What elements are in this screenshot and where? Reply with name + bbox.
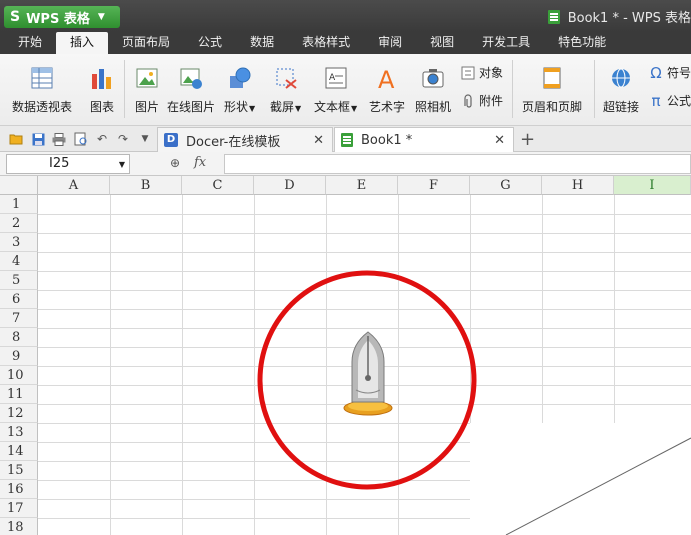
- print-preview-icon[interactable]: [73, 131, 89, 147]
- screenshot-button[interactable]: 截屏▼: [270, 64, 301, 115]
- pivot-table-label: 数据透视表: [12, 100, 73, 114]
- online-picture-label: 在线图片: [167, 100, 216, 114]
- hyperlink-button[interactable]: 超链接: [603, 64, 639, 115]
- tab-developer[interactable]: 开发工具: [468, 32, 544, 54]
- picture-button[interactable]: 图片: [133, 64, 161, 115]
- shapes-label: 形状▼: [224, 100, 256, 114]
- spreadsheet-icon: [547, 9, 560, 24]
- object-icon: [460, 65, 476, 81]
- formula-label: 公式: [667, 94, 691, 108]
- docer-icon: D: [164, 133, 178, 147]
- doc-tab-docer[interactable]: D Docer-在线模板 ✕: [157, 127, 333, 152]
- spreadsheet-grid[interactable]: A B C D E F G H I 1 2 3 4 5 6 7 8 9 10 1…: [0, 176, 691, 535]
- tab-home[interactable]: 开始: [0, 32, 56, 54]
- doc-tab-book1[interactable]: Book1 * ✕: [334, 127, 514, 152]
- formula-input[interactable]: [224, 154, 691, 174]
- wordart-button[interactable]: A 艺术字: [369, 64, 405, 115]
- header-footer-icon: [538, 64, 566, 92]
- shapes-icon: [226, 64, 254, 92]
- blank-page-region: [542, 428, 691, 438]
- tab-special-features[interactable]: 特色功能: [544, 32, 620, 54]
- camera-icon: [419, 64, 447, 92]
- tab-page-layout[interactable]: 页面布局: [108, 32, 184, 54]
- shapes-button[interactable]: 形状▼: [224, 64, 255, 115]
- customize-toolbar-icon[interactable]: ▼: [137, 131, 153, 147]
- tab-view[interactable]: 视图: [416, 32, 468, 54]
- wps-logo-icon: S: [10, 9, 21, 25]
- wordart-icon: A: [373, 64, 401, 92]
- app-name: WPS 表格: [26, 11, 90, 27]
- close-icon[interactable]: ✕: [313, 133, 324, 148]
- online-picture-icon: [177, 64, 205, 92]
- doc-tab-label: Docer-在线模板: [186, 134, 281, 150]
- ribbon-separator: [512, 60, 513, 118]
- hyperlink-icon: [607, 64, 635, 92]
- chevron-down-icon: ▼: [97, 12, 105, 22]
- pen-nib-icon: [343, 331, 393, 416]
- save-icon[interactable]: [30, 131, 46, 147]
- omega-icon: Ω: [650, 63, 662, 82]
- title-bar: S WPS 表格 ▼ Book1 * - WPS 表格: [0, 0, 691, 32]
- screenshot-icon: [272, 64, 300, 92]
- formula-button[interactable]: π 公式: [648, 91, 691, 110]
- pi-icon: π: [651, 91, 661, 110]
- tab-formulas[interactable]: 公式: [184, 32, 236, 54]
- app-menu-button[interactable]: S WPS 表格 ▼: [4, 6, 120, 28]
- online-picture-button[interactable]: 在线图片: [167, 64, 215, 115]
- tab-table-style[interactable]: 表格样式: [288, 32, 364, 54]
- pivot-table-icon: [28, 64, 56, 92]
- bar-chart-icon: [88, 64, 116, 92]
- textbox-button[interactable]: A 文本框▼: [314, 64, 357, 115]
- window-title: Book1 * - WPS 表格: [547, 7, 691, 26]
- screenshot-label: 截屏▼: [270, 100, 302, 114]
- name-box[interactable]: I25 ▼: [6, 154, 130, 174]
- object-button[interactable]: 对象: [460, 64, 503, 81]
- textbox-label: 文本框▼: [314, 100, 358, 114]
- blank-page-region: [470, 423, 691, 535]
- picture-icon: [133, 64, 161, 92]
- ribbon-separator: [124, 60, 125, 118]
- window-title-text: Book1 * - WPS 表格: [567, 11, 691, 26]
- svg-text:A: A: [378, 66, 395, 90]
- undo-icon[interactable]: ↶: [94, 131, 110, 147]
- attachment-button[interactable]: 附件: [460, 92, 503, 109]
- camera-button[interactable]: 照相机: [415, 64, 451, 115]
- spreadsheet-icon: [341, 133, 353, 147]
- open-folder-icon[interactable]: [8, 131, 24, 147]
- ribbon-separator: [594, 60, 595, 118]
- close-icon[interactable]: ✕: [494, 133, 505, 148]
- symbol-button[interactable]: Ω 符号: [648, 63, 691, 82]
- chart-button[interactable]: 图表: [88, 64, 116, 115]
- textbox-icon: A: [322, 64, 350, 92]
- ribbon: 数据透视表 图表 图片 在线图片 形状▼ 截屏▼ A 文本框▼ A 艺术字 照相…: [0, 54, 691, 126]
- wordart-label: 艺术字: [369, 100, 406, 114]
- new-tab-icon[interactable]: +: [520, 129, 535, 150]
- doc-tab-label: Book1 *: [361, 132, 413, 148]
- header-footer-button[interactable]: 页眉和页脚: [522, 64, 582, 115]
- picture-label: 图片: [134, 100, 159, 114]
- tab-insert[interactable]: 插入: [56, 32, 109, 54]
- fx-icon[interactable]: fx: [194, 155, 206, 170]
- menu-bar: 开始 插入 页面布局 公式 数据 表格样式 审阅 视图 开发工具 特色功能: [0, 32, 691, 54]
- attachment-label: 附件: [479, 94, 504, 108]
- quick-access-toolbar: ↶ ↷ ▼ D Docer-在线模板 ✕ Book1 * ✕ +: [0, 126, 691, 152]
- pivot-table-button[interactable]: 数据透视表: [12, 64, 72, 115]
- header-footer-label: 页眉和页脚: [522, 100, 583, 114]
- hyperlink-label: 超链接: [603, 100, 640, 114]
- object-label: 对象: [479, 66, 504, 80]
- tab-review[interactable]: 审阅: [364, 32, 416, 54]
- chevron-down-icon: ▼: [118, 160, 125, 169]
- camera-label: 照相机: [415, 100, 452, 114]
- print-icon[interactable]: [51, 131, 67, 147]
- redo-icon[interactable]: ↷: [115, 131, 131, 147]
- zoom-icon[interactable]: ⊕: [170, 156, 180, 170]
- tab-data[interactable]: 数据: [236, 32, 288, 54]
- chart-label: 图表: [89, 100, 114, 114]
- symbol-label: 符号: [667, 66, 691, 80]
- svg-text:A: A: [329, 73, 336, 83]
- cell-reference: I25: [49, 156, 70, 171]
- formula-bar: I25 ▼ ⊕ fx: [0, 152, 691, 176]
- annotation-overlay: [257, 270, 691, 535]
- paperclip-icon: [460, 93, 476, 109]
